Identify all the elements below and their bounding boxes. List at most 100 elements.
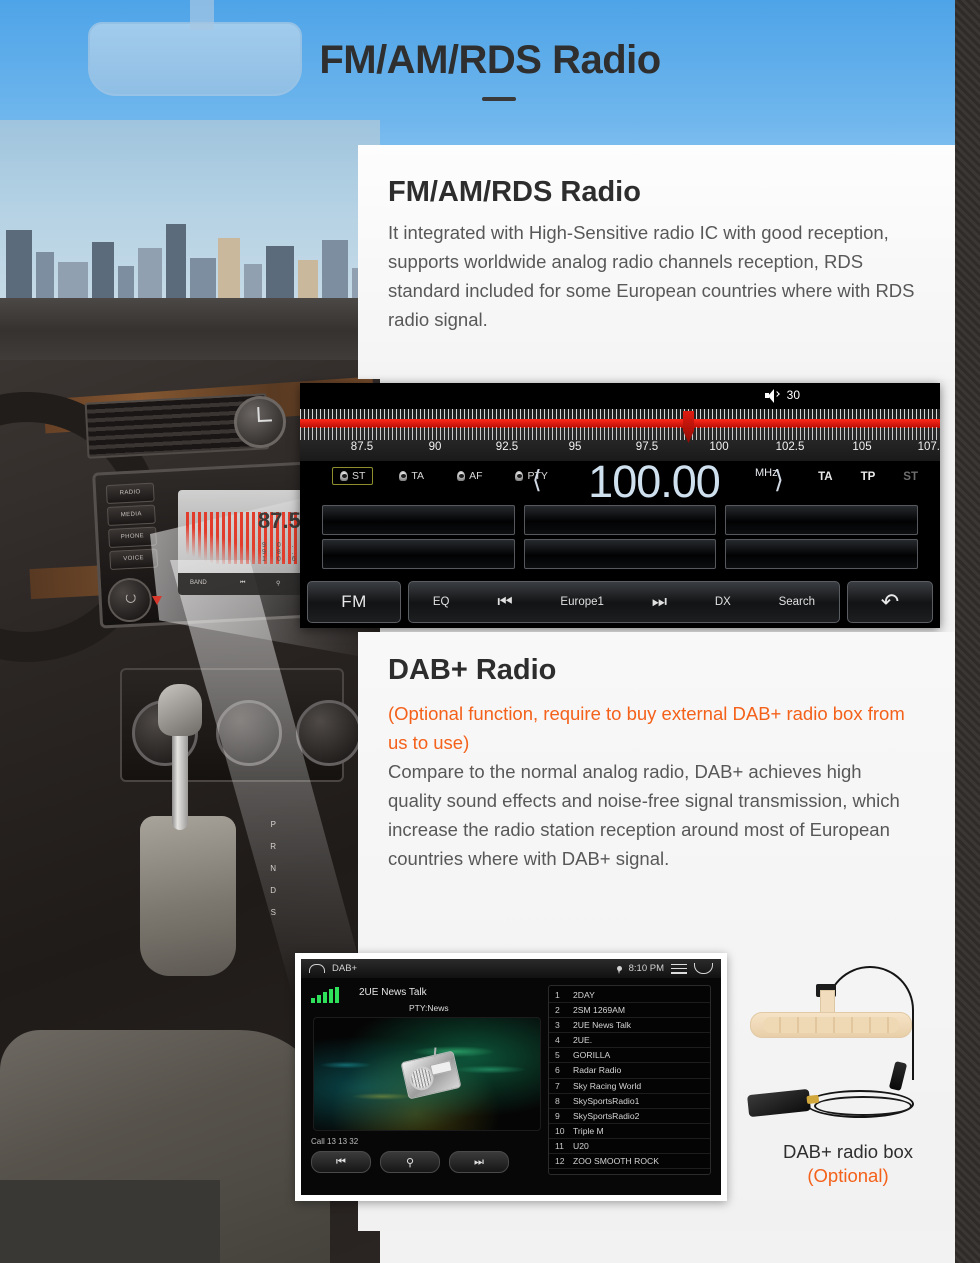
list-item[interactable]: 3 2UE News Talk — [549, 1018, 710, 1034]
shift-knob — [158, 684, 202, 736]
scale-label-5: 100 — [709, 441, 729, 453]
station-number: 9 — [555, 1110, 560, 1121]
shift-boot — [140, 816, 236, 976]
preset-button-4[interactable] — [322, 539, 515, 569]
mini-needle-pointer — [152, 596, 162, 605]
dab-clock: 8:10 PM — [628, 963, 664, 974]
list-item[interactable]: 5 GORILLA — [549, 1048, 710, 1064]
list-item[interactable]: 4 2UE. — [549, 1033, 710, 1049]
status-flags: TA TP ST — [818, 471, 918, 483]
list-item[interactable]: 12 ZOO SMOOTH ROCK — [549, 1154, 710, 1170]
region-button[interactable]: Europe1 — [560, 596, 603, 608]
station-number: 11 — [555, 1140, 564, 1151]
list-item[interactable]: 7 Sky Racing World — [549, 1079, 710, 1094]
skip-previous-icon[interactable]: ⏮ — [311, 1151, 371, 1173]
frequency-scale[interactable]: 87.5 90 92.5 95 97.5 100 102.5 105 107.5 — [300, 409, 940, 461]
dab-app-title: DAB+ — [332, 963, 358, 974]
preset-button-5[interactable] — [523, 539, 717, 569]
list-item[interactable]: 2 2SM 1269AM — [549, 1003, 710, 1019]
dab-box-label: DAB+ radio box — [782, 1141, 914, 1162]
preset-button-2[interactable] — [523, 505, 717, 535]
eq-button[interactable]: EQ — [433, 596, 450, 608]
dab-box-caption: DAB+ radio box (Optional) — [742, 1141, 954, 1187]
fm-section-heading: FM/AM/RDS Radio — [388, 176, 641, 208]
speaker-icon — [764, 388, 780, 403]
station-number: 1 — [555, 990, 560, 1000]
dab-pty-label: PTY:News — [409, 1003, 449, 1013]
search-icon[interactable]: ⚲ — [380, 1151, 440, 1173]
status-flag-tp: TP — [860, 471, 876, 483]
scale-label-7: 105 — [852, 441, 872, 453]
list-item[interactable]: 9 SkySportsRadio2 — [549, 1109, 710, 1124]
back-arrow-icon[interactable]: ↶ — [847, 580, 933, 623]
dab-station-list[interactable]: 1 2DAY 2 2SM 1269AM 3 2UE News Talk 4 2UE. 5… — [548, 985, 711, 1175]
search-button[interactable]: Search — [779, 596, 815, 608]
volume-indicator: 30 — [764, 388, 800, 403]
skip-previous-icon[interactable]: ⏮ — [497, 592, 512, 612]
station-name: U20 — [573, 1140, 589, 1151]
preset-button-6[interactable] — [725, 539, 918, 569]
station-number: 7 — [555, 1080, 560, 1091]
mini-search-icon: ⚲ — [276, 581, 281, 587]
station-name: SkySportsRadio2 — [573, 1110, 640, 1121]
shift-stick — [172, 720, 188, 830]
scale-label-6: 102.5 — [775, 441, 805, 453]
frequency-row: ST TA AF PTY ⟨ 100.00 MHz ⟩ TA TP ST — [300, 456, 940, 507]
skip-next-icon[interactable]: ⏭ — [652, 592, 667, 612]
dab-box-optional-label: (Optional) — [807, 1165, 889, 1186]
status-flag-ta: TA — [818, 471, 833, 483]
indicator-led-icon — [340, 471, 348, 481]
radio-app-screenshot: 30 87.5 90 92.5 95 97.5 100 102.5 105 10… — [300, 383, 940, 628]
scale-label-4: 97.5 — [635, 441, 659, 453]
back-arrow-icon[interactable] — [694, 963, 713, 974]
list-item[interactable]: 11 U20 — [549, 1139, 710, 1155]
dab-radio-box-photo — [742, 950, 954, 1125]
scale-label-8: 107.5 — [917, 441, 940, 453]
rds-button-ta[interactable]: TA — [392, 468, 431, 484]
fm-am-rds-panel: FM/AM/RDS Radio It integrated with High-… — [358, 145, 955, 379]
station-number: 2 — [555, 1005, 560, 1016]
list-item[interactable]: 1 2DAY — [549, 988, 710, 1004]
rds-label-af: AF — [469, 470, 483, 482]
headunit-button-phone: PHONE — [108, 526, 157, 549]
rds-button-st[interactable]: ST — [332, 467, 374, 485]
dab-section-heading: DAB+ Radio — [388, 654, 557, 686]
indicator-led-icon — [457, 471, 466, 481]
chevron-left-icon[interactable]: ⟨ — [532, 466, 548, 494]
status-flag-st: ST — [903, 471, 918, 483]
station-number: 6 — [555, 1065, 560, 1076]
headunit-button-voice: VOICE — [109, 548, 159, 570]
dab-status-bar: DAB+ 8:10 PM — [301, 959, 721, 978]
station-number: 5 — [555, 1050, 560, 1061]
headunit-button-media: MEDIA — [106, 504, 156, 527]
location-pin-icon — [616, 966, 622, 974]
rds-button-group: ST TA AF PTY — [332, 467, 555, 485]
station-name: 2UE. — [573, 1035, 593, 1046]
frequency-value: 100.00 — [588, 456, 721, 507]
list-item[interactable]: 10 Triple M — [549, 1124, 710, 1139]
preset-button-3[interactable] — [725, 505, 918, 535]
skip-next-icon[interactable]: ⏭ — [449, 1151, 509, 1173]
scale-label-1: 90 — [428, 441, 442, 453]
hamburger-menu-icon[interactable] — [671, 963, 687, 974]
dab-section-body: Compare to the normal analog radio, DAB+… — [388, 761, 900, 869]
rds-button-af[interactable]: AF — [450, 468, 489, 484]
list-item[interactable]: 6 Radar Radio — [549, 1063, 710, 1079]
dab-now-playing: 2UE News Talk — [359, 987, 427, 998]
scale-label-2: 92.5 — [495, 441, 519, 453]
dab-receiver-dongle — [747, 1088, 811, 1118]
station-name: Radar Radio — [573, 1065, 622, 1076]
indicator-led-icon — [515, 471, 524, 481]
home-icon[interactable] — [309, 964, 325, 973]
dx-button[interactable]: DX — [715, 596, 731, 608]
chevron-right-icon[interactable]: ⟩ — [774, 466, 790, 494]
mini-prev-icon: ⏮ — [240, 580, 246, 586]
preset-button-1[interactable] — [322, 505, 515, 535]
list-item[interactable]: 8 SkySportsRadio1 — [549, 1094, 710, 1109]
dab-app-screenshot: DAB+ 8:10 PM 2UE News Talk PTY:News Call… — [295, 953, 727, 1201]
scale-ticks-bottom — [300, 427, 940, 440]
band-button[interactable]: FM — [307, 580, 401, 623]
climate-knob-right — [296, 700, 362, 766]
dab-transport-controls: ⏮ ⚲ ⏭ — [311, 1151, 509, 1173]
dab-optional-note: (Optional function, require to buy exter… — [388, 703, 905, 753]
